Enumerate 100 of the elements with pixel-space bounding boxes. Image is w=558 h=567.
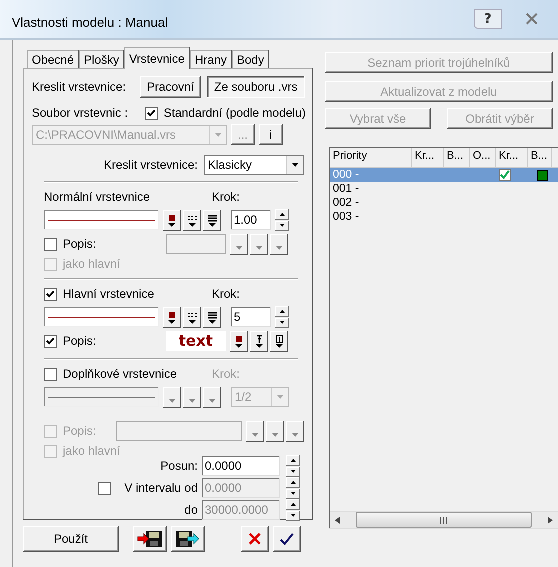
help-button[interactable]: ? (474, 9, 502, 29)
column-header[interactable]: Priority (330, 148, 412, 167)
left-arrow-icon[interactable] (335, 516, 340, 524)
section-title: Hlavní vrstevnice (63, 287, 154, 301)
dropdown-button[interactable] (286, 420, 304, 442)
offset-input[interactable]: 0.0000 (202, 456, 280, 476)
field-label: Posun: (160, 459, 198, 473)
down-arrow-icon (290, 470, 296, 474)
checkbox[interactable] (98, 482, 111, 494)
checkbox[interactable] (44, 444, 57, 458)
save-button[interactable] (171, 526, 205, 552)
spinner-control[interactable] (286, 499, 300, 521)
dropdown-button[interactable] (183, 386, 201, 408)
caret-icon (276, 246, 282, 250)
spinner-control[interactable] (286, 477, 300, 499)
window-title: Vlastnosti modelu : Manual (12, 14, 170, 30)
caret-icon (252, 432, 258, 436)
style-dropdown[interactable]: Klasicky (204, 155, 304, 175)
line-style-button[interactable] (183, 306, 201, 328)
horizontal-scrollbar[interactable] (330, 511, 558, 528)
checkbox-label: Popis: (63, 424, 96, 438)
caption-field[interactable] (116, 421, 242, 441)
step-input[interactable]: 1.00 (231, 210, 271, 230)
caret-icon (236, 246, 242, 250)
up-arrow-icon (280, 212, 284, 216)
checkbox[interactable] (44, 368, 57, 380)
column-header[interactable]: Kr... (496, 148, 528, 167)
checkbox-label: jako hlavní (63, 444, 120, 458)
apply-button[interactable]: Použít (23, 526, 119, 552)
down-arrow-icon (290, 514, 296, 518)
close-icon[interactable] (526, 13, 538, 25)
color-picker-button[interactable] (163, 306, 181, 328)
font-button[interactable] (250, 330, 268, 352)
checkbox-label: Standardní (podle modelu) (164, 106, 306, 120)
line-width-button[interactable] (203, 210, 221, 230)
row-label: 001 - (332, 183, 360, 195)
dropdown-button[interactable] (203, 386, 221, 408)
tab[interactable]: Body (232, 50, 270, 68)
line-style-button[interactable] (183, 210, 201, 230)
source-button[interactable]: Pracovní (140, 76, 202, 98)
frame-button[interactable] (270, 330, 288, 352)
spinner-control[interactable] (275, 209, 289, 231)
row-label: 002 - (332, 197, 360, 209)
list-row[interactable]: 003 - (330, 210, 558, 224)
row-label: 003 - (332, 211, 360, 223)
caption-field[interactable] (166, 234, 226, 254)
cancel-button[interactable] (241, 526, 269, 552)
list-row[interactable]: 002 - (330, 196, 558, 210)
dashed-line-icon (188, 214, 196, 226)
dropdown-button[interactable] (250, 234, 268, 254)
section-title: Normální vrstevnice (44, 190, 150, 204)
color-picker-button[interactable] (163, 210, 181, 230)
info-button[interactable]: i (259, 124, 283, 145)
dropdown-button[interactable] (230, 234, 248, 254)
checkbox-icon[interactable] (499, 169, 511, 181)
caret-icon (256, 246, 262, 250)
tab[interactable]: Hrany (190, 50, 232, 68)
checkbox-label: Popis: (63, 334, 96, 348)
ok-button[interactable] (273, 526, 301, 552)
column-header[interactable]: B... (444, 148, 470, 167)
color-caret-icon (168, 310, 176, 324)
checkbox[interactable] (44, 334, 57, 348)
load-button[interactable] (133, 526, 167, 552)
spinner-control[interactable] (286, 455, 300, 477)
step-input[interactable]: 5 (231, 307, 271, 327)
caption-preview: text (166, 331, 226, 351)
up-arrow-icon (290, 458, 296, 462)
tab[interactable]: Plošky (79, 50, 124, 68)
dropdown-button[interactable] (246, 420, 264, 442)
list-row[interactable]: 001 - (330, 182, 558, 196)
down-arrow-icon (280, 224, 284, 228)
field-label: Soubor vrstevnic : (32, 106, 128, 120)
grip-icon (440, 516, 448, 524)
line-width-button[interactable] (203, 306, 221, 328)
column-header[interactable]: B... (528, 148, 552, 167)
tab[interactable]: Vrstevnice (124, 47, 190, 69)
up-arrow-icon (290, 502, 296, 506)
column-header[interactable]: Kr... (412, 148, 444, 167)
checkbox[interactable] (44, 424, 57, 438)
row-label: 000 - (332, 169, 360, 181)
checkbox[interactable] (144, 106, 158, 120)
up-arrow-icon (280, 310, 284, 313)
step-label: Krok: (212, 287, 242, 301)
spinner-control[interactable] (275, 306, 289, 328)
checkbox[interactable] (44, 238, 57, 250)
source-button[interactable]: Ze souboru .vrs (207, 76, 305, 98)
dropdown-button[interactable] (266, 420, 284, 442)
caret-icon (168, 398, 176, 402)
right-arrow-icon[interactable] (548, 516, 553, 524)
dropdown-button[interactable] (270, 234, 288, 254)
column-header[interactable]: O... (470, 148, 496, 167)
tab[interactable]: Obecné (27, 50, 80, 68)
caret-icon (276, 395, 284, 399)
scrollbar-thumb[interactable] (356, 512, 532, 528)
field-label: Kreslit vrstevnice: (104, 158, 198, 172)
checkbox[interactable] (44, 288, 57, 300)
checkbox[interactable] (44, 258, 57, 270)
dropdown-button[interactable] (163, 386, 181, 408)
color-picker-button[interactable] (230, 330, 248, 352)
checkbox-label: Popis: (63, 237, 96, 251)
